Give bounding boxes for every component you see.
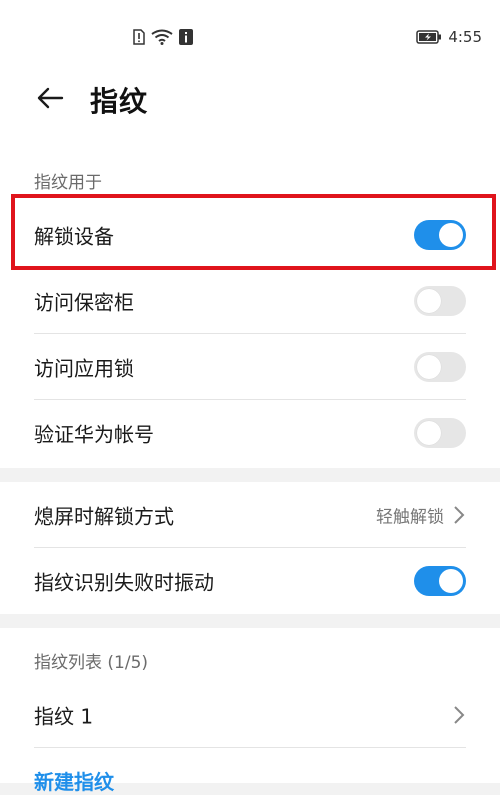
row-unlock-device[interactable]: 解锁设备 (0, 202, 500, 268)
chevron-right-icon (454, 706, 465, 724)
row-label: 熄屏时解锁方式 (34, 504, 174, 529)
header: 指纹 (0, 62, 500, 162)
status-icons (133, 28, 193, 46)
screen-off-unlock-value: 轻触解锁 (376, 507, 444, 528)
info-icon (179, 29, 193, 45)
row-safe-access[interactable]: 访问保密柜 (0, 268, 500, 334)
sim-alert-icon (133, 29, 145, 45)
row-vibrate-on-fail[interactable]: 指纹识别失败时振动 (0, 548, 500, 614)
arrow-left-icon (37, 87, 64, 109)
new-fingerprint-link[interactable]: 新建指纹 (34, 766, 114, 795)
row-label: 指纹 1 (34, 704, 94, 729)
row-label: 解锁设备 (34, 224, 114, 249)
status-bar: 4:55 (0, 0, 500, 62)
vibrate-on-fail-toggle[interactable] (414, 566, 466, 596)
toggle-knob (439, 223, 463, 247)
fingerprint-list-section: 指纹列表 (1/5) 指纹 1 (0, 628, 500, 783)
divider (34, 747, 466, 748)
huawei-account-toggle[interactable] (414, 418, 466, 448)
row-label: 访问保密柜 (34, 290, 134, 315)
row-label: 指纹识别失败时振动 (34, 570, 214, 595)
page-title: 指纹 (90, 85, 149, 118)
settings-section: 熄屏时解锁方式 轻触解锁 指纹识别失败时振动 (0, 482, 500, 614)
toggle-knob (417, 355, 441, 379)
toggle-knob (439, 569, 463, 593)
status-right: 4:55 (416, 28, 482, 46)
section-label-list: 指纹列表 (1/5) (34, 653, 149, 673)
wifi-icon (151, 29, 173, 45)
app-lock-toggle[interactable] (414, 352, 466, 382)
section-label-usage: 指纹用于 (34, 173, 102, 193)
toggle-knob (417, 289, 441, 313)
back-button[interactable] (34, 82, 66, 114)
row-screen-off-unlock[interactable]: 熄屏时解锁方式 轻触解锁 (0, 482, 500, 548)
row-label: 验证华为帐号 (34, 422, 154, 447)
row-app-lock[interactable]: 访问应用锁 (0, 334, 500, 400)
status-time: 4:55 (448, 28, 482, 46)
row-label: 访问应用锁 (34, 356, 134, 381)
row-fingerprint-1[interactable]: 指纹 1 (0, 682, 500, 748)
safe-access-toggle[interactable] (414, 286, 466, 316)
row-huawei-account[interactable]: 验证华为帐号 (0, 400, 500, 466)
unlock-device-toggle[interactable] (414, 220, 466, 250)
battery-charging-icon (416, 30, 442, 44)
usage-section: 指纹用于 解锁设备 访问保密柜 访问应用锁 验证华为帐号 (0, 162, 500, 468)
toggle-knob (417, 421, 441, 445)
chevron-right-icon (454, 506, 465, 524)
